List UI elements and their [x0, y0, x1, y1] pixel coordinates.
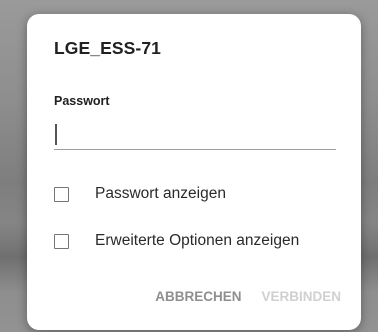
dialog-actions: ABBRECHEN VERBINDEN — [155, 289, 341, 304]
text-cursor — [55, 124, 57, 145]
show-password-option[interactable]: Passwort anzeigen — [54, 182, 344, 206]
connect-button[interactable]: VERBINDEN — [261, 289, 341, 304]
password-label: Passwort — [54, 94, 110, 108]
advanced-options-checkbox[interactable] — [54, 233, 69, 249]
show-password-checkbox[interactable] — [54, 186, 69, 202]
password-input[interactable] — [54, 120, 336, 150]
password-field[interactable] — [54, 120, 336, 156]
cancel-button[interactable]: ABBRECHEN — [155, 289, 241, 304]
advanced-options-label[interactable]: Erweiterte Optionen anzeigen — [95, 232, 299, 250]
show-password-label[interactable]: Passwort anzeigen — [95, 185, 226, 203]
dialog-title: LGE_ESS-71 — [54, 38, 162, 58]
advanced-options-option[interactable]: Erweiterte Optionen anzeigen — [54, 229, 344, 253]
wifi-password-dialog: LGE_ESS-71 Passwort Passwort anzeigen Er… — [27, 14, 361, 330]
